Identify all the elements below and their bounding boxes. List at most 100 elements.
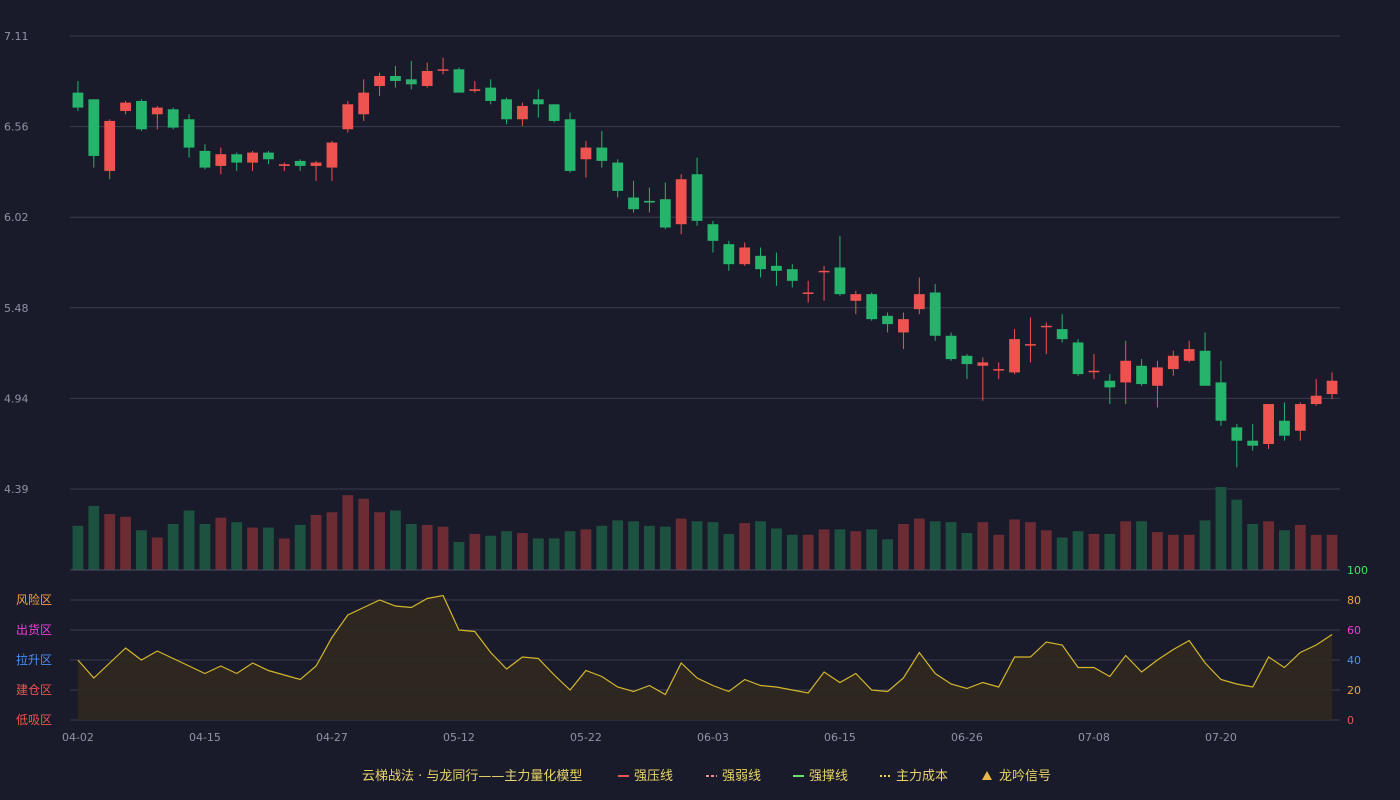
candle xyxy=(659,182,671,230)
candle-body xyxy=(1104,380,1116,388)
volume-bar xyxy=(834,529,846,570)
zone-labels: 风险区出货区拉升区建仓区低吸区 xyxy=(16,592,52,727)
candle-body xyxy=(1136,365,1147,385)
indicator-tick-label: 40 xyxy=(1347,654,1361,667)
volume-bar xyxy=(1199,520,1211,570)
candle-body xyxy=(1056,329,1068,340)
price-tick-label: 6.56 xyxy=(4,121,29,134)
candle-body xyxy=(310,162,322,166)
candle-body xyxy=(945,335,957,360)
volume-bar xyxy=(263,527,274,570)
candle-body xyxy=(644,200,655,203)
volume-bar xyxy=(929,521,941,570)
volume-bar xyxy=(421,524,433,570)
volume-bar xyxy=(580,529,592,570)
volume-bar xyxy=(1167,534,1179,570)
legend-label: 强压线 xyxy=(634,769,673,784)
volume-bar xyxy=(1183,534,1195,570)
candle-body xyxy=(532,99,544,105)
date-tick-label: 07-08 xyxy=(1078,731,1110,744)
candle-body xyxy=(199,150,211,168)
candle xyxy=(1088,354,1100,380)
candle-body xyxy=(72,92,84,108)
candle xyxy=(961,354,973,380)
price-tick-label: 5.48 xyxy=(4,302,29,315)
candle-body xyxy=(659,199,671,228)
indicator-panel xyxy=(70,569,1340,721)
legend-label: 龙吟信号 xyxy=(999,768,1051,784)
candle-body xyxy=(1183,349,1195,361)
candle xyxy=(707,220,719,253)
legend-item: 龙吟信号 xyxy=(982,768,1051,784)
candle xyxy=(723,240,735,271)
candle xyxy=(278,162,290,171)
volume-bar xyxy=(564,531,576,570)
volume-bar xyxy=(183,510,195,570)
candle xyxy=(120,100,131,115)
volume-bar xyxy=(850,531,862,570)
volume-bar xyxy=(771,528,782,570)
date-tick-label: 06-26 xyxy=(951,731,983,744)
volume-bar xyxy=(437,526,449,570)
candle-body xyxy=(1294,404,1306,431)
volume-bar xyxy=(1279,530,1290,570)
candle xyxy=(88,99,100,168)
date-tick-label: 04-15 xyxy=(189,731,221,744)
volume-bar xyxy=(1231,499,1243,570)
candle-body xyxy=(1025,344,1036,346)
zone-label: 风险区 xyxy=(16,592,52,607)
candle xyxy=(1199,332,1211,386)
candle xyxy=(1167,350,1179,376)
candle xyxy=(1056,314,1068,343)
candle xyxy=(913,277,925,315)
indicator-tick-label: 80 xyxy=(1347,594,1361,607)
volume-bar xyxy=(1136,521,1147,570)
candle-body xyxy=(374,75,385,86)
candle-body xyxy=(88,99,100,156)
candle xyxy=(469,80,481,93)
volume-bars xyxy=(72,487,1338,570)
volume-bar xyxy=(104,514,116,570)
volume-bar xyxy=(374,512,385,570)
volume-bar xyxy=(993,534,1005,570)
volume-bar xyxy=(469,533,481,570)
candle xyxy=(501,97,512,125)
candle-body xyxy=(707,224,719,241)
date-tick-label: 05-12 xyxy=(443,731,475,744)
volume-bar xyxy=(786,534,798,570)
price-tick-label: 4.39 xyxy=(4,483,29,496)
volume-bar xyxy=(628,521,639,570)
indicator-axis: 100 80 60 40 20 0 xyxy=(1347,564,1368,727)
volume-bar xyxy=(659,526,671,570)
candle xyxy=(453,67,465,93)
candle xyxy=(945,332,957,361)
volume-bar xyxy=(1263,521,1274,570)
volume-bar xyxy=(961,533,973,570)
candle xyxy=(151,105,163,130)
volume-bar xyxy=(612,520,624,570)
candle xyxy=(199,144,211,170)
candle xyxy=(596,130,608,168)
volume-bar xyxy=(342,495,354,570)
candle xyxy=(786,264,798,288)
candle xyxy=(485,79,497,105)
volume-bar xyxy=(739,523,751,570)
candle-body xyxy=(993,369,1005,371)
volume-bar xyxy=(326,512,338,570)
volume-bar xyxy=(1040,530,1052,570)
candle xyxy=(183,114,195,158)
candle-body xyxy=(1040,325,1052,328)
candle xyxy=(771,252,782,286)
candle-body xyxy=(390,75,401,81)
volume-bar xyxy=(675,518,687,570)
candle-body xyxy=(437,69,449,71)
candle-body xyxy=(771,265,782,271)
candle-body xyxy=(247,152,258,163)
candle xyxy=(1326,372,1338,400)
volume-bar xyxy=(120,516,131,570)
legend-label: 强撑线 xyxy=(809,769,848,784)
price-tick-label: 6.02 xyxy=(4,211,29,224)
legend-item: 强压线 xyxy=(618,769,673,784)
candle-body xyxy=(691,174,703,221)
candle xyxy=(1072,339,1084,376)
